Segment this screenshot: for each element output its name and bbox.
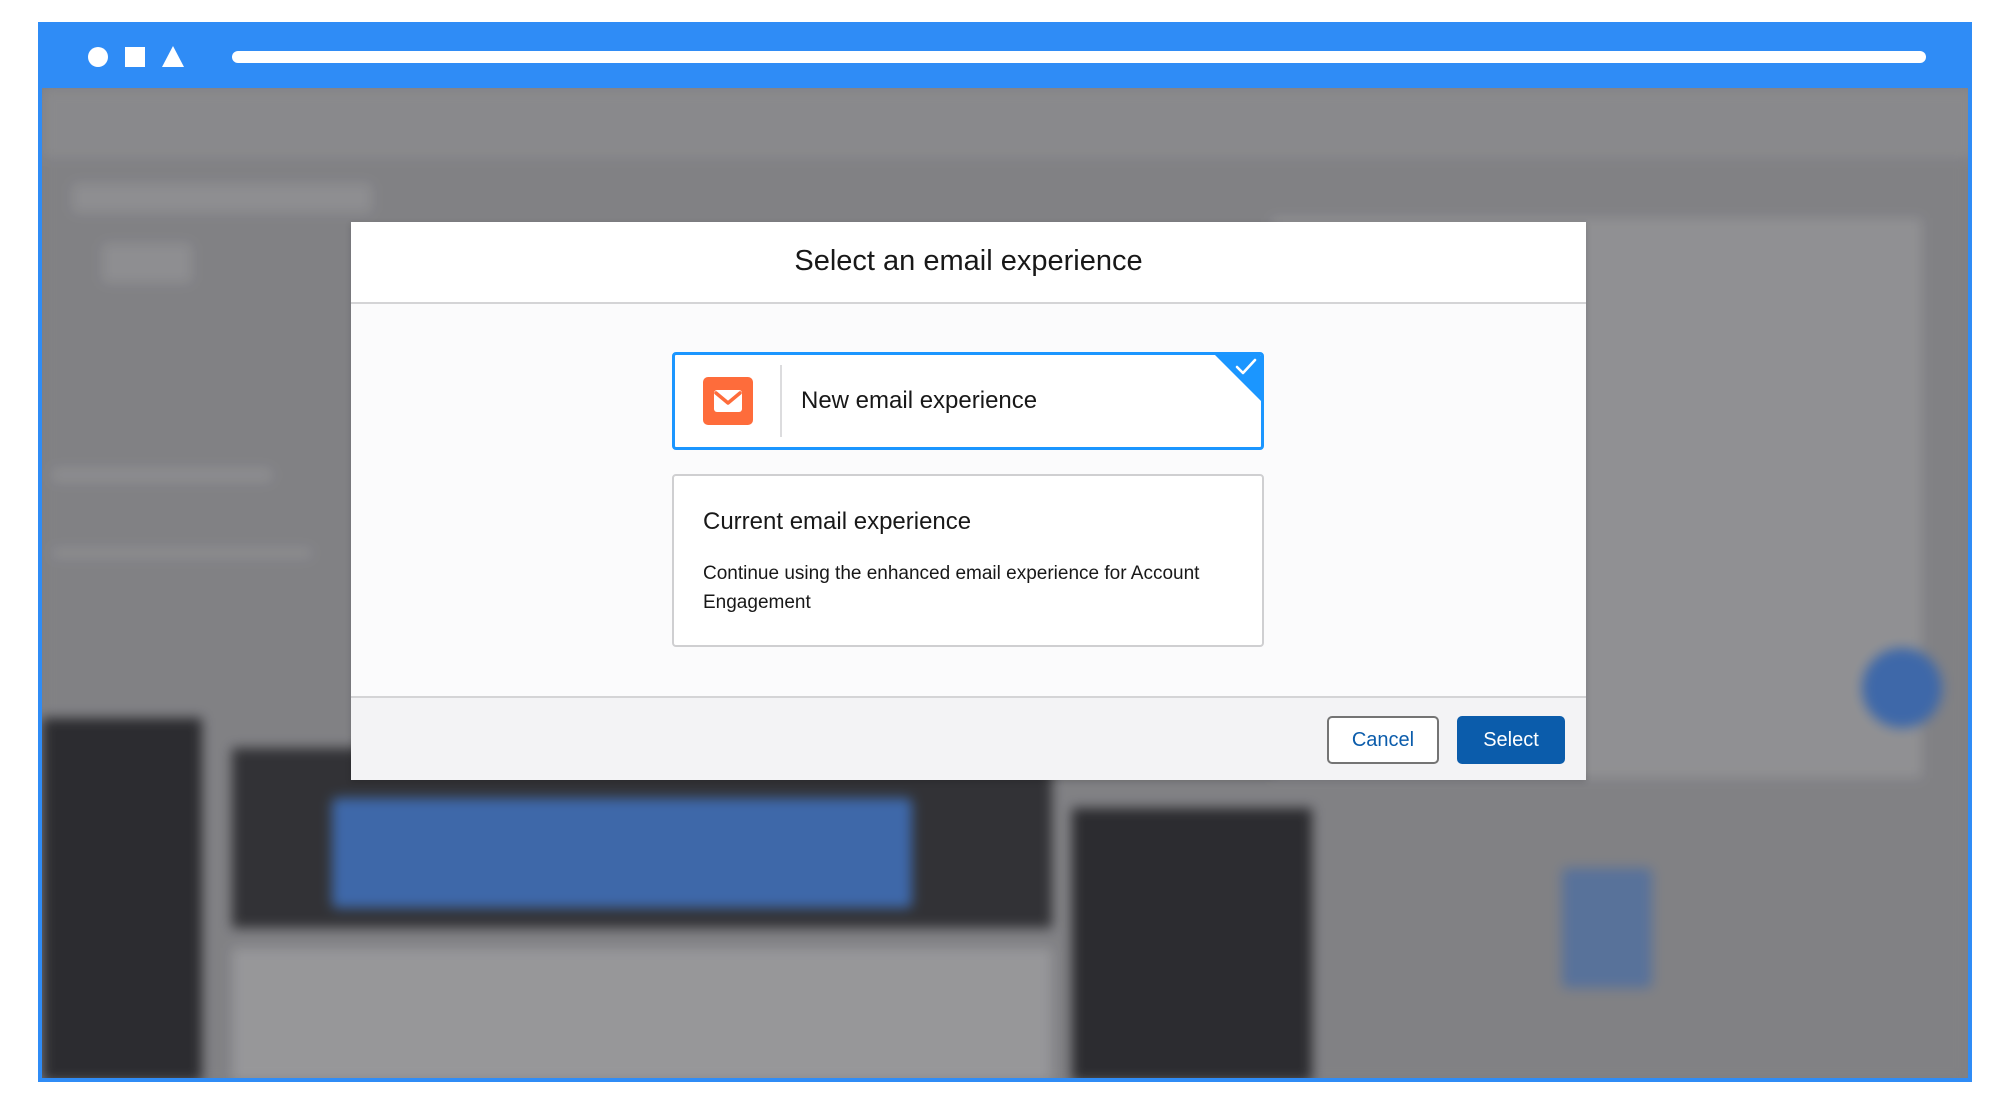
- circle-icon: [88, 47, 108, 67]
- option-current-title: Current email experience: [703, 508, 972, 535]
- cancel-button[interactable]: Cancel: [1327, 716, 1439, 764]
- option-divider: [780, 365, 782, 437]
- select-button[interactable]: Select: [1457, 716, 1565, 764]
- email-experience-dialog: Select an email experience New email exp…: [351, 222, 1586, 780]
- checkmark-icon: [1235, 358, 1257, 375]
- option-new-email-experience[interactable]: New email experience: [672, 352, 1264, 450]
- email-icon: [703, 377, 753, 425]
- triangle-icon: [162, 46, 184, 67]
- browser-titlebar: [42, 22, 1968, 88]
- dialog-footer: Cancel Select: [351, 696, 1586, 780]
- option-current-email-experience[interactable]: Current email experience Continue using …: [672, 474, 1264, 647]
- square-icon: [125, 47, 145, 67]
- option-new-label: New email experience: [801, 387, 1038, 414]
- dialog-header: Select an email experience: [351, 222, 1586, 304]
- dialog-title: Select an email experience: [794, 245, 1143, 277]
- address-bar[interactable]: [232, 51, 1926, 63]
- option-current-description: Continue using the enhanced email experi…: [703, 563, 1200, 613]
- dialog-body: New email experience Current email exper…: [351, 304, 1586, 696]
